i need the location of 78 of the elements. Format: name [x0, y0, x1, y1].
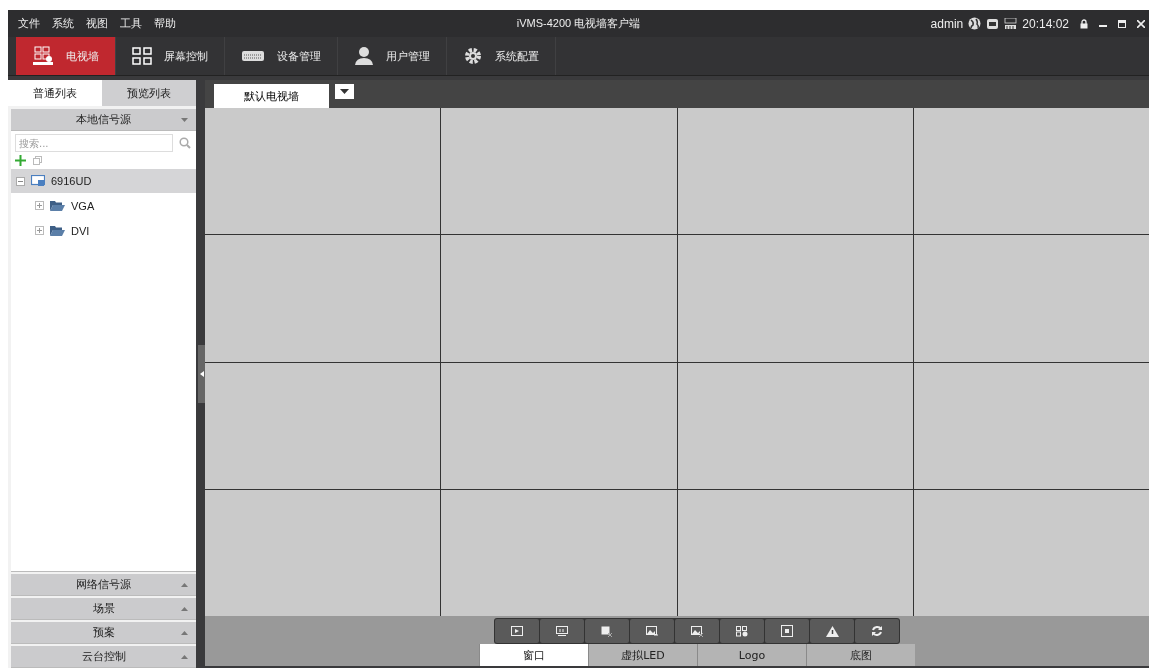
expand-icon[interactable]	[35, 201, 44, 210]
collapse-handle[interactable]	[198, 345, 205, 403]
sidebar-tab[interactable]: 预览列表	[102, 80, 196, 106]
close-icon[interactable]	[1137, 19, 1145, 28]
chevron-up-icon	[181, 631, 188, 635]
tree-row[interactable]: 6916UD	[11, 169, 196, 193]
dropdown-button[interactable]	[335, 84, 354, 99]
warning-icon	[825, 625, 839, 637]
nav-tab[interactable]: 系统配置	[447, 37, 556, 75]
bottom-tab[interactable]: 底图	[806, 644, 915, 666]
section-header[interactable]: 云台控制	[11, 646, 196, 668]
tree-label: 6916UD	[51, 175, 92, 187]
bottom-tab[interactable]: 虚拟LED	[588, 644, 697, 666]
tree-row[interactable]: DVI	[11, 218, 196, 243]
sidebar-tab[interactable]: 普通列表	[8, 80, 102, 106]
settings-icon	[463, 46, 483, 66]
chevron-down-icon	[181, 118, 188, 122]
folder-icon	[50, 225, 65, 236]
search-icon[interactable]	[179, 137, 191, 149]
tree-row[interactable]: VGA	[11, 193, 196, 218]
nav-tab[interactable]: 屏幕控制	[116, 37, 225, 75]
menu-item[interactable]: 帮助	[154, 16, 176, 31]
image-close-icon	[691, 625, 703, 637]
toolbar-button[interactable]	[495, 619, 539, 643]
menu-item[interactable]: 文件	[18, 16, 40, 31]
maximize-icon[interactable]	[1118, 19, 1126, 28]
chevron-up-icon	[181, 655, 188, 659]
globe-icon[interactable]	[968, 17, 982, 30]
user-name: admin	[930, 16, 964, 31]
toolbar-button[interactable]	[765, 619, 809, 643]
refresh-icon	[871, 625, 883, 637]
caret-icon	[340, 89, 349, 94]
lock-icon[interactable]	[1080, 18, 1088, 29]
clock-time: 20:14:02	[1022, 16, 1069, 31]
monitor-icon	[31, 175, 45, 187]
nav-tab[interactable]: 用户管理	[338, 37, 447, 75]
section-header[interactable]: 网络信号源	[11, 574, 196, 596]
video-wall-icon	[32, 46, 54, 66]
chevron-up-icon	[181, 583, 188, 587]
menu-item[interactable]: 系统	[52, 16, 74, 31]
layout-icon	[736, 625, 748, 637]
section-header[interactable]: 场景	[11, 598, 196, 620]
nav-tab[interactable]: 设备管理	[225, 37, 338, 75]
fullscreen-icon	[781, 625, 793, 637]
toolbar-button[interactable]	[585, 619, 629, 643]
search-field[interactable]: 搜索...	[15, 134, 173, 152]
toolbar-button[interactable]	[675, 619, 719, 643]
add-icon[interactable]	[15, 155, 26, 166]
toolbar-button[interactable]	[720, 619, 764, 643]
wall-tab[interactable]: 默认电视墙	[214, 84, 329, 108]
play-icon	[511, 626, 523, 636]
chevron-up-icon	[181, 607, 188, 611]
user-icon	[354, 46, 374, 66]
window-title: iVMS-4200 电视墙客户端	[516, 16, 641, 31]
copy-icon[interactable]	[33, 156, 42, 165]
menu-item[interactable]: 工具	[120, 16, 142, 31]
expand-icon[interactable]	[35, 226, 44, 235]
section-header[interactable]: 预案	[11, 622, 196, 644]
toolbar-button[interactable]	[855, 619, 899, 643]
bottom-tab[interactable]: 窗口	[479, 644, 588, 666]
tree-label: VGA	[71, 199, 95, 212]
toolbar-button[interactable]	[630, 619, 674, 643]
toolbar-button[interactable]	[540, 619, 584, 643]
monitor-icon	[556, 626, 568, 636]
image-export-icon	[646, 625, 658, 637]
collapse-icon[interactable]	[16, 176, 25, 186]
grid-icon	[132, 47, 152, 65]
device-icon	[241, 49, 265, 63]
menu-item[interactable]: 视图	[86, 16, 108, 31]
tree-label: DVI	[71, 224, 90, 237]
nav-tab[interactable]: 电视墙	[16, 37, 116, 75]
cpu-icon	[986, 17, 1000, 30]
window-close-icon	[601, 625, 613, 637]
section-header[interactable]: 本地信号源	[11, 109, 196, 131]
folder-icon	[50, 200, 65, 211]
toolbar-button[interactable]	[810, 619, 854, 643]
ram-icon	[1004, 17, 1018, 30]
bottom-tab[interactable]: Logo	[697, 644, 806, 666]
